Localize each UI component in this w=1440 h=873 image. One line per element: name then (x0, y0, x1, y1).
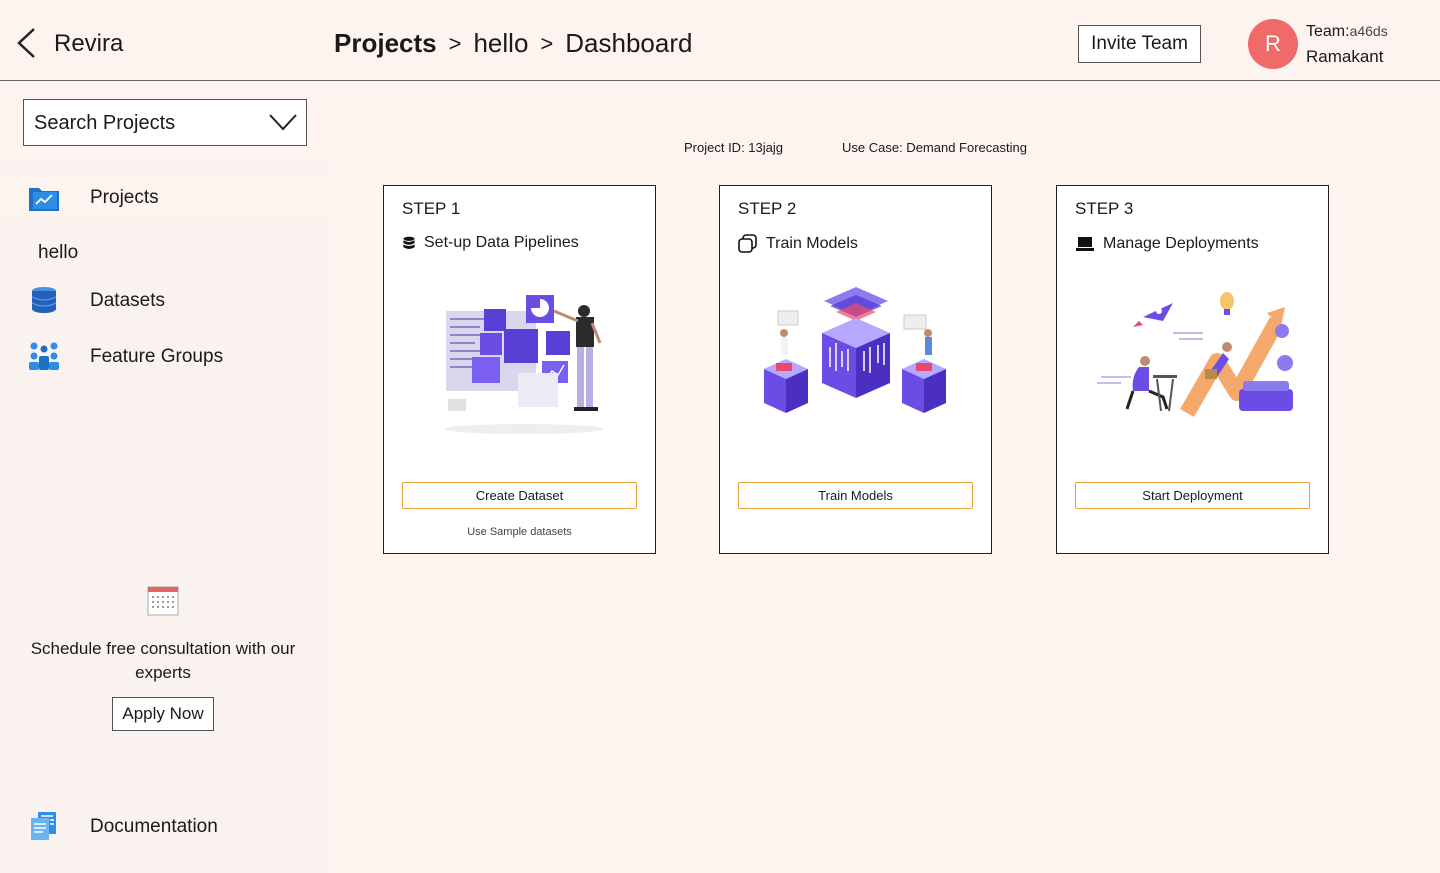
breadcrumb-separator: > (448, 30, 462, 56)
current-project-name[interactable]: hello (38, 242, 78, 264)
step-title-text: Manage Deployments (1103, 235, 1259, 252)
search-projects-label: Search Projects (34, 112, 176, 134)
apply-now-button[interactable]: Apply Now (112, 697, 214, 731)
team-label: Team: (1306, 23, 1350, 40)
start-deployment-button[interactable]: Start Deployment (1075, 482, 1310, 509)
use-sample-datasets-link[interactable]: Use Sample datasets (384, 526, 655, 538)
sidebar-item-datasets[interactable]: Datasets (0, 278, 327, 322)
brand-bar: Revira (0, 0, 327, 80)
breadcrumb-dashboard: Dashboard (565, 28, 693, 58)
avatar[interactable]: R (1248, 19, 1298, 69)
step-title-text: Set-up Data Pipelines (424, 234, 579, 251)
top-header: Projects > hello > Dashboard Invite Team… (327, 0, 1440, 81)
step-title-text: Train Models (766, 235, 858, 252)
step-label: STEP 2 (738, 199, 797, 218)
deployment-illustration (1097, 292, 1293, 417)
calendar-icon (147, 586, 179, 616)
database-icon (31, 287, 57, 313)
breadcrumb: Projects > hello > Dashboard (334, 28, 692, 59)
create-dataset-button[interactable]: Create Dataset (402, 482, 637, 509)
team-info: Team:a46ds (1306, 23, 1388, 41)
step-label: STEP 1 (402, 199, 461, 218)
sidebar: Revira Search Projects Projects hello Da… (0, 0, 327, 873)
chevron-down-icon (269, 114, 297, 131)
step-card-manage-deployments: STEP 3 Manage Deployments Start Deployme… (1056, 185, 1329, 554)
search-projects-dropdown[interactable]: Search Projects (23, 99, 307, 146)
breadcrumb-separator: > (540, 30, 554, 56)
sidebar-item-label: Documentation (90, 816, 218, 837)
chart-folder-icon (29, 188, 59, 211)
laptop-icon (1076, 237, 1094, 251)
train-models-button[interactable]: Train Models (738, 482, 973, 509)
sidebar-item-label: Projects (90, 187, 159, 208)
breadcrumb-project[interactable]: hello (473, 28, 528, 59)
breadcrumb-projects[interactable]: Projects (334, 28, 437, 59)
user-name: Ramakant (1306, 47, 1384, 66)
sidebar-item-feature-groups[interactable]: Feature Groups (0, 334, 327, 378)
back-arrow-icon[interactable] (14, 26, 40, 60)
step-title: Set-up Data Pipelines (402, 234, 579, 252)
document-icon (31, 812, 56, 840)
step-title: Manage Deployments (1075, 234, 1259, 254)
train-models-illustration (764, 287, 946, 413)
divider (0, 80, 327, 81)
brand-name: Revira (54, 30, 124, 57)
sidebar-item-label: Feature Groups (90, 346, 224, 367)
sidebar-item-documentation[interactable]: Documentation (0, 804, 327, 848)
people-group-icon (29, 342, 59, 370)
team-value: a46ds (1349, 23, 1388, 39)
consultation-text: Schedule free consultation with our expe… (30, 639, 296, 682)
step-title: Train Models (738, 234, 858, 254)
step-card-train-models: STEP 2 Train Models Train Models (719, 185, 992, 554)
search-area: Search Projects (0, 82, 327, 162)
use-case: Use Case: Demand Forecasting (842, 140, 1027, 155)
project-id: Project ID: 13jajg (684, 140, 783, 155)
database-stack-icon (403, 236, 415, 249)
sidebar-item-projects[interactable]: Projects (0, 175, 327, 219)
sidebar-item-label: Datasets (90, 290, 165, 311)
step-card-data-pipelines: STEP 1 Set-up Data Pipelines Create Data… (383, 185, 656, 554)
step-label: STEP 3 (1075, 199, 1134, 218)
invite-team-button[interactable]: Invite Team (1078, 25, 1201, 63)
copy-layers-icon (738, 234, 757, 253)
data-pipeline-illustration (444, 295, 604, 434)
